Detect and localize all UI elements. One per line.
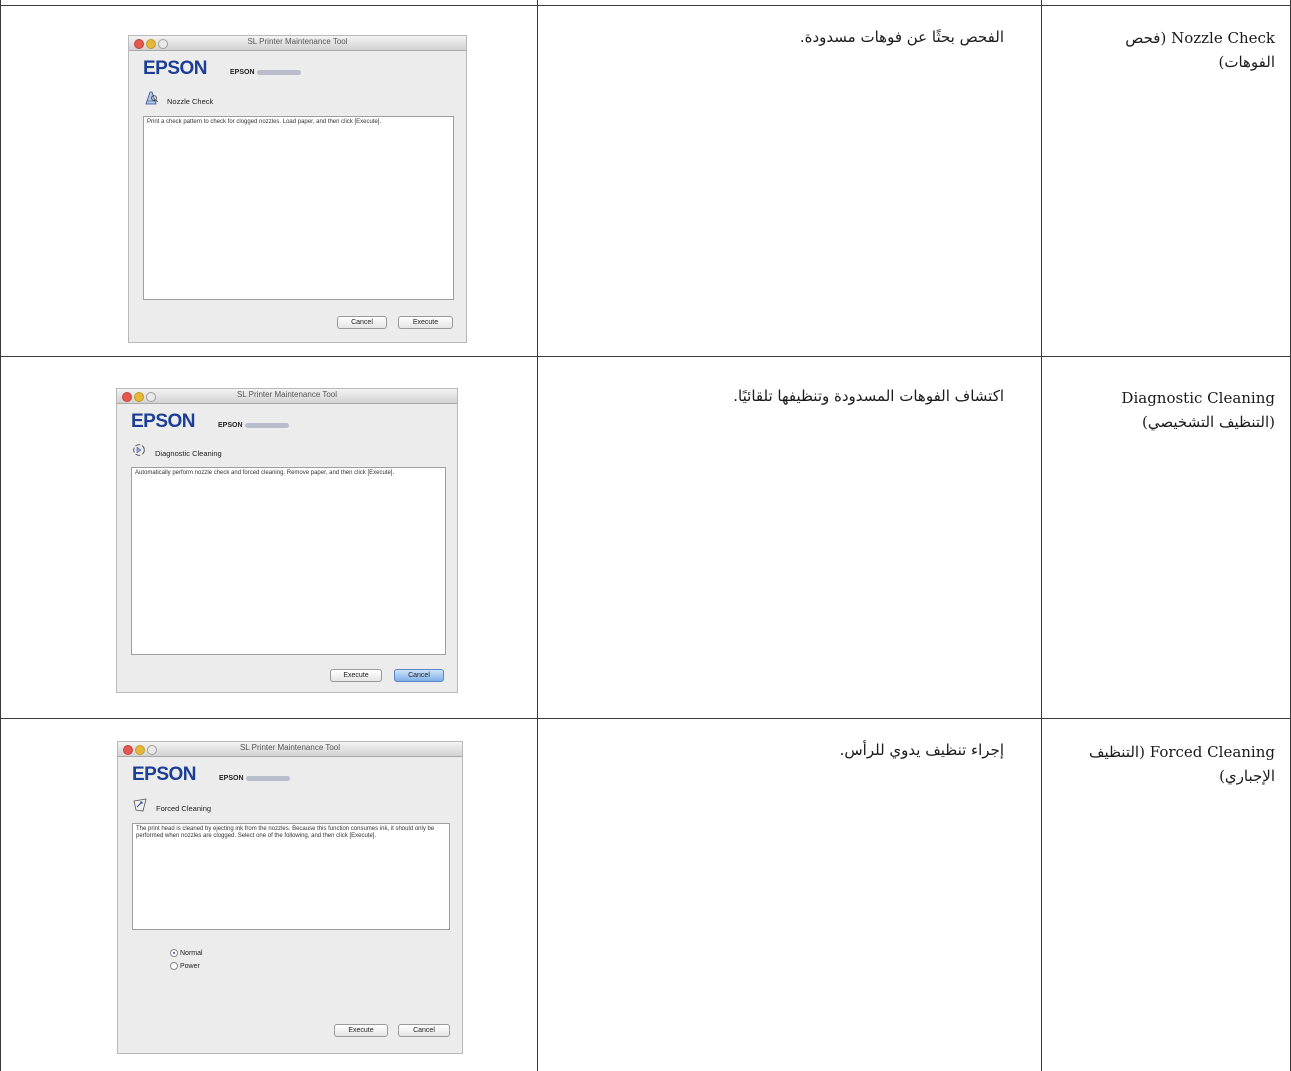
printer-model-name xyxy=(245,423,289,428)
function-description: اكتشاف الفوهات المسدودة وتنظيفها تلقائيً… xyxy=(733,387,1004,405)
dialog-title: SL Printer Maintenance Tool xyxy=(239,743,341,752)
table-column-divider xyxy=(537,0,538,1071)
maintenance-dialog: SL Printer Maintenance Tool EPSON EPSON … xyxy=(117,741,463,1054)
function-title: Diagnostic Cleaning xyxy=(155,449,222,458)
table-border-top xyxy=(0,5,1291,6)
function-description: إجراء تنظيف يدوي للرأس. xyxy=(839,741,1004,759)
function-name: Diagnostic Cleaning (التنظيف التشخيصي) xyxy=(1121,389,1275,431)
diagnostic-cleaning-icon xyxy=(133,444,145,456)
function-message-box: Automatically perform nozzle check and f… xyxy=(131,467,446,655)
table-row-divider xyxy=(0,356,1291,357)
table-border-left xyxy=(0,0,1,1071)
function-message-box: The print head is cleaned by ejecting in… xyxy=(132,823,450,930)
maintenance-dialog: SL Printer Maintenance Tool EPSON EPSON … xyxy=(128,35,467,343)
execute-button[interactable]: Execute xyxy=(398,316,453,329)
dialog-title-bar: SL Printer Maintenance Tool xyxy=(118,742,462,757)
epson-logo: EPSON xyxy=(132,764,197,785)
printer-model-label: EPSON xyxy=(219,775,244,782)
printer-model-name xyxy=(246,776,290,781)
execute-button[interactable]: Execute xyxy=(330,669,382,682)
cancel-button[interactable]: Cancel xyxy=(398,1024,450,1037)
table-row-divider xyxy=(0,718,1291,719)
dialog-title: SL Printer Maintenance Tool xyxy=(236,390,338,399)
function-description: الفحص بحثًا عن فوهات مسدودة. xyxy=(799,28,1004,46)
nozzle-check-icon xyxy=(145,91,158,105)
cancel-button[interactable]: Cancel xyxy=(337,316,387,329)
table-column-divider xyxy=(1041,0,1042,1071)
forced-cleaning-icon xyxy=(133,798,147,812)
function-title: Forced Cleaning xyxy=(156,804,212,813)
function-name: Forced Cleaning (التنظيف الإجباري) xyxy=(1088,743,1275,785)
epson-logo: EPSON xyxy=(143,58,208,79)
printer-model-label: EPSON xyxy=(218,422,243,429)
radio-selected-icon[interactable] xyxy=(170,949,178,957)
cancel-button[interactable]: Cancel xyxy=(394,669,444,682)
dialog-title-bar: SL Printer Maintenance Tool xyxy=(117,389,457,404)
radio-label: Normal xyxy=(180,949,203,957)
dialog-title: SL Printer Maintenance Tool xyxy=(247,37,348,46)
function-title: Nozzle Check xyxy=(167,97,214,106)
maintenance-dialog: SL Printer Maintenance Tool EPSON EPSON … xyxy=(116,388,458,693)
radio-label: Power xyxy=(180,962,200,970)
function-name: Nozzle Check (فحص الفوهات) xyxy=(1125,29,1275,71)
printer-model-label: EPSON xyxy=(230,69,255,76)
radio-unselected-icon[interactable] xyxy=(170,962,178,970)
printer-model-name xyxy=(257,70,301,75)
function-message-box: Print a check pattern to check for clogg… xyxy=(143,116,454,300)
radio-option-normal[interactable]: Normal xyxy=(170,949,203,957)
dialog-title-bar: SL Printer Maintenance Tool xyxy=(129,36,466,51)
radio-option-power[interactable]: Power xyxy=(170,962,200,970)
epson-logo: EPSON xyxy=(131,411,196,432)
execute-button[interactable]: Execute xyxy=(334,1024,388,1037)
